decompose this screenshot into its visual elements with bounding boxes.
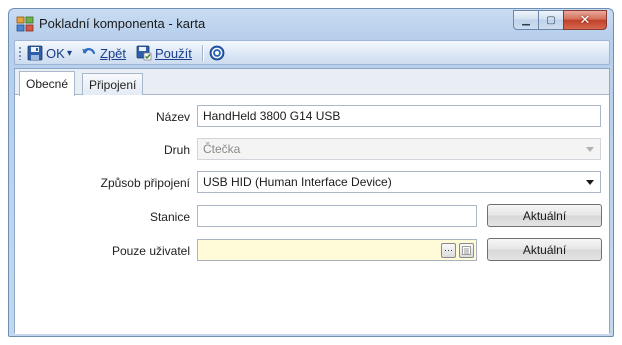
user-only-current-label: Aktuální bbox=[522, 242, 567, 257]
toolbar: OK ▾ Zpět Použít bbox=[14, 40, 610, 65]
tab-general-label: Obecné bbox=[26, 77, 69, 91]
station-current-button[interactable]: Aktuální bbox=[487, 204, 602, 227]
name-label: Název bbox=[155, 110, 190, 124]
connection-dropdown[interactable]: USB HID (Human Interface Device) bbox=[197, 171, 601, 193]
component-app-icon bbox=[16, 16, 34, 32]
tab-connection[interactable]: Připojení bbox=[82, 73, 144, 95]
apply-label: Použít bbox=[155, 45, 192, 61]
toolbar-separator bbox=[202, 45, 203, 61]
kind-value: Čtečka bbox=[203, 142, 241, 156]
tab-strip: Obecné Připojení bbox=[15, 69, 609, 96]
minimize-button[interactable]: ▁ bbox=[513, 10, 539, 30]
chevron-down-icon bbox=[586, 180, 594, 185]
window-title: Pokladní komponenta - karta bbox=[39, 16, 206, 31]
user-only-label: Pouze uživatel bbox=[111, 244, 190, 258]
minimize-icon: ▁ bbox=[522, 14, 530, 26]
tab-connection-label: Připojení bbox=[89, 77, 137, 92]
help-button[interactable] bbox=[209, 44, 228, 62]
station-input[interactable] bbox=[197, 205, 477, 227]
help-icon bbox=[209, 45, 225, 61]
chevron-down-icon bbox=[586, 147, 594, 152]
name-input[interactable]: HandHeld 3800 G14 USB bbox=[197, 105, 601, 127]
ellipsis-icon: ··· bbox=[444, 245, 453, 255]
back-button[interactable]: Zpět bbox=[81, 44, 126, 62]
ellipsis-browse-button[interactable]: ··· bbox=[441, 243, 456, 258]
chevron-down-icon: ▾ bbox=[67, 47, 73, 59]
ok-button[interactable]: OK bbox=[27, 44, 65, 62]
kind-label: Druh bbox=[163, 143, 190, 157]
close-button[interactable]: ✕ bbox=[563, 10, 607, 30]
back-label: Zpět bbox=[100, 45, 127, 61]
maximize-button[interactable]: ▢ bbox=[538, 10, 564, 30]
name-value: HandHeld 3800 G14 USB bbox=[203, 109, 341, 123]
title-bar[interactable]: Pokladní komponenta - karta ▁ ▢ ✕ bbox=[9, 9, 613, 39]
user-only-current-button[interactable]: Aktuální bbox=[487, 238, 602, 261]
apply-button[interactable]: Použít bbox=[136, 44, 192, 62]
content-panel: Obecné Připojení Název HandHeld 3800 G14… bbox=[14, 68, 610, 334]
ok-dropdown-button[interactable]: ▾ bbox=[67, 44, 72, 62]
undo-arrow-icon bbox=[82, 48, 96, 55]
station-current-label: Aktuální bbox=[522, 208, 567, 223]
apply-save-icon bbox=[136, 45, 152, 61]
kind-dropdown: Čtečka bbox=[197, 138, 601, 160]
form-area: Název HandHeld 3800 G14 USB Druh Čtečka … bbox=[15, 95, 609, 334]
station-label: Stanice bbox=[149, 210, 190, 224]
connection-value: USB HID (Human Interface Device) bbox=[203, 175, 392, 189]
tab-general[interactable]: Obecné bbox=[19, 71, 76, 96]
connection-label: Způsob připojení bbox=[100, 176, 190, 190]
toolbar-grip[interactable] bbox=[19, 47, 21, 60]
save-disk-icon bbox=[27, 45, 43, 61]
list-icon bbox=[462, 246, 471, 255]
ok-label: OK bbox=[46, 45, 65, 61]
maximize-icon: ▢ bbox=[546, 14, 556, 26]
list-lookup-button[interactable] bbox=[459, 243, 474, 258]
close-icon: ✕ bbox=[579, 12, 591, 28]
dialog-window: Pokladní komponenta - karta ▁ ▢ ✕ OK ▾ Z… bbox=[8, 8, 614, 337]
user-only-input[interactable]: ··· bbox=[197, 239, 477, 261]
